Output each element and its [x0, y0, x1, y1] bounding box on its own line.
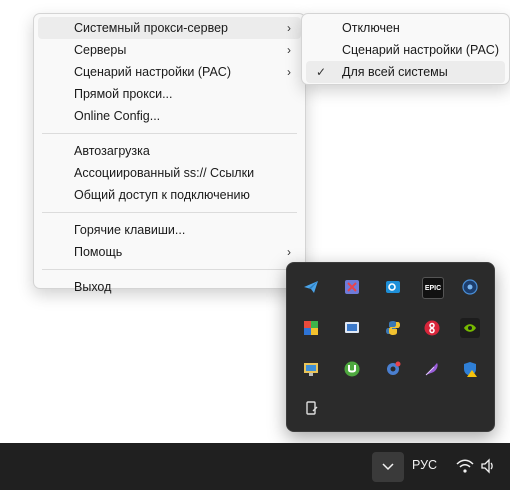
usb-eject-icon[interactable] [301, 398, 321, 418]
wifi-icon[interactable] [456, 459, 474, 476]
vpn-shield-icon[interactable] [460, 277, 480, 297]
menu-item-autostart[interactable]: Автозагрузка [38, 140, 301, 162]
menu-separator [42, 133, 297, 134]
show-hidden-icons-button[interactable] [372, 452, 404, 482]
snipping-tool-icon[interactable] [342, 277, 362, 297]
menu-item-exit[interactable]: Выход [38, 276, 301, 298]
checkmark-icon: ✓ [316, 65, 327, 79]
feather-app-icon[interactable] [422, 359, 442, 379]
color-app-icon[interactable] [301, 318, 321, 338]
wps-icon[interactable] [422, 318, 442, 338]
volume-icon[interactable] [480, 458, 496, 477]
menu-item-label: Отключен [342, 21, 400, 35]
proxy-submenu: Отключен Сценарий настройки (PAC) ✓ Для … [301, 13, 510, 85]
context-menu: Системный прокси-сервер › Серверы › Сцен… [33, 13, 306, 294]
menu-item-label: Системный прокси-сервер [74, 21, 228, 35]
submenu-item-disabled[interactable]: Отключен [306, 17, 505, 39]
menu-item-label: Серверы [74, 43, 127, 57]
remote-desktop-icon[interactable] [342, 318, 362, 338]
menu-separator [42, 212, 297, 213]
menu-item-label: Выход [74, 280, 112, 294]
menu-item-hotkeys[interactable]: Горячие клавиши... [38, 219, 301, 241]
menu-item-direct-proxy[interactable]: Прямой прокси... [38, 83, 301, 105]
outlook-icon[interactable] [383, 277, 403, 297]
menu-item-online-config[interactable]: Online Config... [38, 105, 301, 127]
menu-item-label: Общий доступ к подключению [74, 188, 250, 202]
menu-item-label: Помощь [74, 245, 123, 259]
language-indicator[interactable]: РУС [412, 458, 437, 472]
menu-item-label: Сценарий настройки (PAC) [74, 65, 231, 79]
chevron-right-icon: › [287, 245, 291, 259]
menu-item-label: Автозагрузка [74, 144, 150, 158]
menu-separator [42, 269, 297, 270]
menu-item-system-proxy[interactable]: Системный прокси-сервер › [38, 17, 301, 39]
menu-item-label: Ассоциированный ss:// Ссылки [74, 166, 255, 180]
menu-item-associate-links[interactable]: Ассоциированный ss:// Ссылки [38, 162, 301, 184]
menu-item-label: Online Config... [74, 109, 161, 123]
monitor-app-icon[interactable] [301, 359, 321, 379]
gear-app-icon[interactable] [383, 359, 403, 379]
tray-overflow-flyout: EPIC [286, 262, 495, 432]
taskbar: РУС [0, 443, 510, 490]
telegram-icon[interactable] [301, 277, 321, 297]
chevron-down-icon [382, 463, 394, 471]
epic-games-icon[interactable]: EPIC [422, 277, 444, 299]
chevron-right-icon: › [287, 65, 291, 79]
python-icon[interactable] [383, 318, 403, 338]
defender-warning-icon[interactable] [460, 359, 480, 379]
menu-item-share-connection[interactable]: Общий доступ к подключению [38, 184, 301, 206]
utorrent-icon[interactable] [342, 359, 362, 379]
menu-item-label: Прямой прокси... [74, 87, 173, 101]
menu-item-servers[interactable]: Серверы › [38, 39, 301, 61]
submenu-item-global[interactable]: ✓ Для всей системы [306, 61, 505, 83]
nvidia-icon[interactable] [460, 318, 480, 338]
chevron-right-icon: › [287, 43, 291, 57]
submenu-item-pac[interactable]: Сценарий настройки (PAC) [306, 39, 505, 61]
menu-item-help[interactable]: Помощь › [38, 241, 301, 263]
menu-item-label: Сценарий настройки (PAC) [342, 43, 499, 57]
menu-item-pac[interactable]: Сценарий настройки (PAC) › [38, 61, 301, 83]
menu-item-label: Горячие клавиши... [74, 223, 186, 237]
menu-item-label: Для всей системы [342, 65, 448, 79]
chevron-right-icon: › [287, 21, 291, 35]
